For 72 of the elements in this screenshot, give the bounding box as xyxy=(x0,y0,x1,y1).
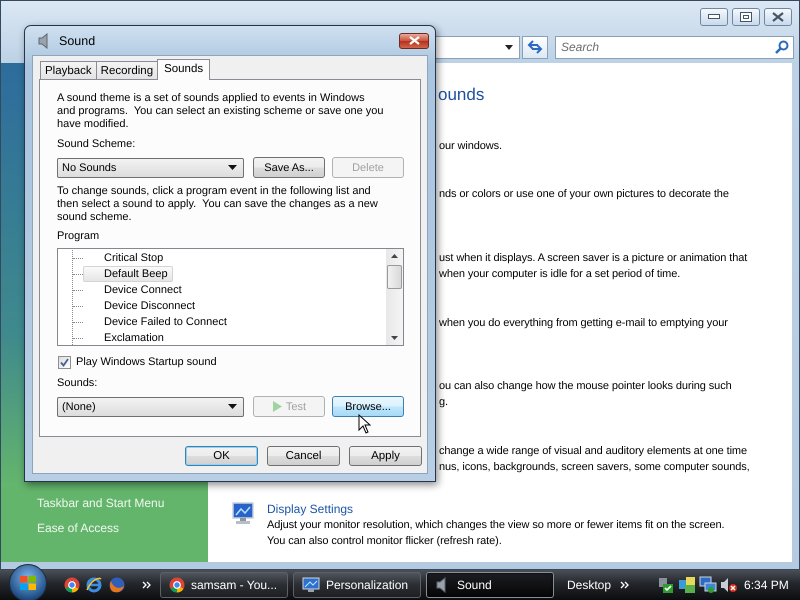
checkbox-label[interactable]: Play Windows Startup sound xyxy=(76,356,217,369)
maximize-button[interactable] xyxy=(732,8,760,26)
browser-icon[interactable] xyxy=(85,576,103,594)
maximize-icon xyxy=(740,12,752,22)
description-text: nds or colors or use one of your own pictures to decorate the xyxy=(439,187,729,202)
description-text: our windows. xyxy=(439,139,502,154)
browser-icon[interactable] xyxy=(64,577,80,593)
close-icon xyxy=(772,12,784,22)
description-text: when you do everything from getting e-mail to emptying your xyxy=(439,316,728,331)
caret-icon xyxy=(505,44,513,50)
minimize-button[interactable] xyxy=(700,8,728,26)
chevron-icon[interactable] xyxy=(620,581,630,589)
caret-icon xyxy=(228,165,237,170)
description-text: Adjust your monitor resolution, which changes the view so more or fewer items fit on the screen. You can also control monitor flicker (refresh rate). xyxy=(267,518,725,549)
close-button[interactable] xyxy=(399,32,429,48)
tab[interactable]: Playback xyxy=(40,61,97,79)
refresh-button[interactable] xyxy=(522,36,548,58)
button[interactable]: Browse... xyxy=(332,396,404,417)
button[interactable]: Save As... xyxy=(253,157,325,178)
scrollbar[interactable] xyxy=(386,249,403,345)
browser-icon xyxy=(169,577,185,593)
instruction-text: To change sounds, click a program event in the following list and then select a sound to apply. You can save the changes as a new sound scheme. xyxy=(57,185,378,224)
description-text: ou can also change how the mouse pointer looks during such g. xyxy=(439,379,732,410)
network-icon[interactable] xyxy=(699,576,718,594)
minimize-icon xyxy=(708,14,720,20)
start-logo-icon xyxy=(19,575,37,591)
description-text: change a wide range of visual and auditory elements at one time nus, icons, backgrounds, screen savers, some computer sounds, xyxy=(439,444,750,475)
toolbar-label[interactable]: Desktop xyxy=(567,578,612,592)
dropdown[interactable]: (None) xyxy=(57,396,244,416)
clock[interactable]: 6:34 PM xyxy=(744,578,789,592)
mouse-pointer-icon xyxy=(358,414,371,434)
list-item[interactable]: Device Disconnect xyxy=(83,298,200,314)
field-label: Program xyxy=(57,230,100,243)
button[interactable]: Apply xyxy=(349,446,422,466)
scroll-thumb[interactable] xyxy=(387,265,402,289)
display-settings-link[interactable]: Display Settings xyxy=(267,501,354,517)
speaker-muted-icon[interactable] xyxy=(720,576,738,594)
search-icon[interactable] xyxy=(775,40,789,54)
checkbox[interactable] xyxy=(58,356,71,369)
close-button[interactable] xyxy=(764,8,792,26)
play-icon xyxy=(272,401,282,412)
dropdown[interactable]: No Sounds xyxy=(57,158,244,178)
address-field[interactable] xyxy=(436,36,520,58)
taskbar-button[interactable]: Sound xyxy=(426,572,554,598)
field-label: Sounds: xyxy=(57,377,98,390)
page-heading: ounds xyxy=(438,85,484,105)
description-text: A sound theme is a set of sounds applied to events in Windows and programs. You can select an existing scheme or save one you have modified. xyxy=(57,92,384,131)
taskbar-button[interactable]: samsam - You... xyxy=(160,572,288,598)
monitor-icon[interactable] xyxy=(232,501,254,525)
taskbar-button[interactable]: Personalization xyxy=(293,572,421,598)
list-item[interactable]: Exclamation xyxy=(83,330,169,346)
window-title: Sound xyxy=(59,34,96,48)
monitor-icon xyxy=(302,577,320,593)
field-label: Sound Scheme: xyxy=(57,138,136,151)
shield-check-icon[interactable] xyxy=(657,576,676,594)
search-field[interactable]: Search xyxy=(555,36,794,58)
button[interactable]: Cancel xyxy=(267,446,340,466)
browser-icon[interactable] xyxy=(108,576,126,594)
chevron-icon[interactable] xyxy=(142,581,151,589)
description-text: ust when it displays. A screen saver is a picture or animation that when your computer is idle for a set period of time. xyxy=(439,251,748,282)
list-item[interactable]: Device Connect xyxy=(83,282,187,298)
refresh-icon xyxy=(527,40,543,54)
caret-icon xyxy=(228,404,237,409)
tab[interactable]: Recording xyxy=(96,61,158,79)
windows-grid-icon[interactable] xyxy=(678,576,696,594)
list-item[interactable]: Device Failed to Connect xyxy=(83,314,232,330)
tab[interactable]: Sounds xyxy=(157,59,210,80)
close-icon xyxy=(408,36,420,45)
button[interactable]: OK xyxy=(185,446,258,466)
start-button[interactable] xyxy=(9,564,47,600)
list-item[interactable]: Default Beep xyxy=(83,266,173,282)
list-item[interactable]: Critical Stop xyxy=(83,250,168,266)
